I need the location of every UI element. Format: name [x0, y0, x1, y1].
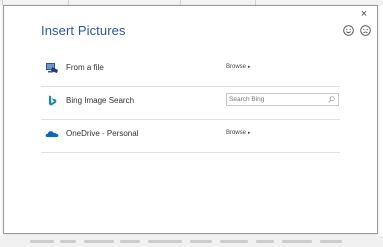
close-button[interactable]: ×: [358, 8, 370, 20]
browse-label: Browse: [226, 64, 247, 70]
browse-button-onedrive[interactable]: Browse ▸: [226, 130, 251, 136]
blurred-text: [256, 240, 274, 243]
browse-label: Browse: [226, 130, 247, 136]
chevron-right-icon: ▸: [248, 130, 251, 136]
smile-icon[interactable]: [343, 25, 354, 36]
row-divider: [41, 152, 340, 153]
background-status-text: [0, 236, 383, 247]
dialog-title: Insert Pictures: [41, 23, 126, 38]
blurred-text: [220, 240, 248, 243]
source-row-onedrive: OneDrive - Personal Browse ▸: [41, 120, 340, 153]
frown-icon[interactable]: [360, 25, 371, 36]
blurred-text: [30, 240, 54, 243]
blurred-text: [282, 240, 312, 243]
onedrive-icon: [45, 131, 59, 137]
blurred-text: [84, 240, 114, 243]
bing-search-box: [226, 93, 339, 106]
computer-file-icon: [46, 63, 58, 73]
blurred-text: [190, 240, 212, 243]
blurred-text: [120, 240, 140, 243]
search-icon[interactable]: [328, 96, 335, 103]
insert-pictures-dialog: × Insert Pictures From a file Browse ▸ Bi…: [3, 5, 378, 234]
browse-button-from-file[interactable]: Browse ▸: [226, 64, 251, 70]
source-label-onedrive: OneDrive - Personal: [66, 129, 139, 138]
blurred-text: [60, 240, 76, 243]
source-row-from-file: From a file Browse ▸: [41, 54, 340, 87]
bing-search-input[interactable]: [229, 94, 321, 105]
blurred-text: [320, 240, 342, 243]
blurred-text: [148, 240, 182, 243]
source-row-bing: Bing Image Search: [41, 87, 340, 120]
close-icon: ×: [360, 8, 368, 20]
bing-icon: [49, 95, 57, 106]
source-label-bing: Bing Image Search: [66, 96, 135, 105]
source-label-from-file: From a file: [66, 63, 104, 72]
chevron-right-icon: ▸: [248, 64, 251, 70]
